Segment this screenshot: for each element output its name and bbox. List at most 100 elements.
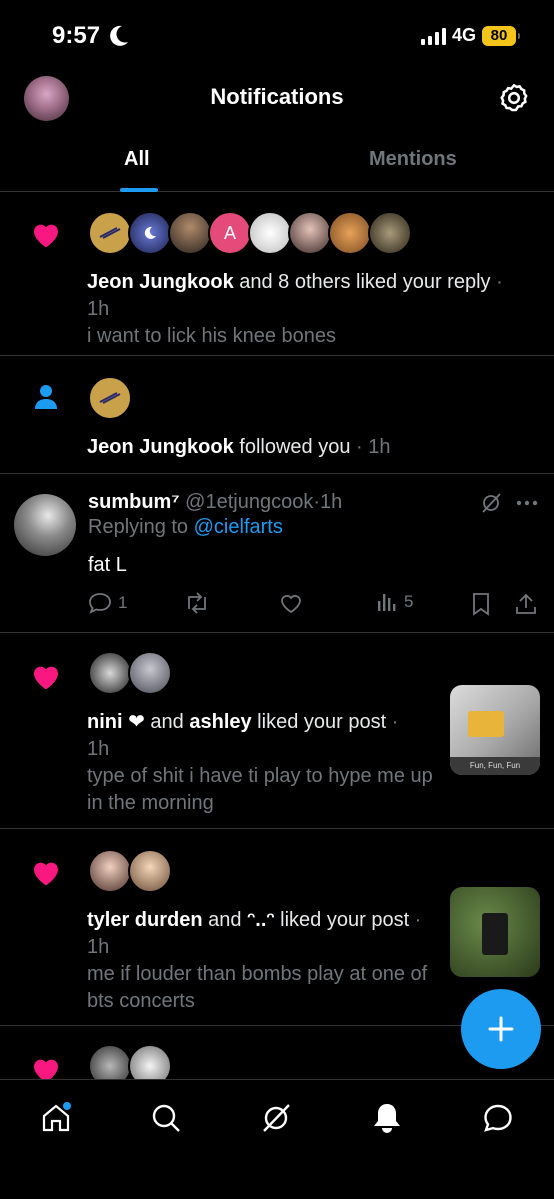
- display-name[interactable]: sumbum⁷: [88, 491, 180, 513]
- nav-home[interactable]: [36, 1098, 76, 1138]
- compose-button[interactable]: [461, 989, 541, 1069]
- status-indicators: 4G 80: [420, 25, 520, 46]
- separator-dot: ·: [386, 711, 399, 733]
- search-icon: [152, 1104, 180, 1132]
- plus-icon: [488, 1016, 514, 1042]
- avatar[interactable]: [368, 211, 412, 255]
- time-label: 1h: [87, 936, 110, 958]
- avatar[interactable]: [128, 1044, 172, 1079]
- actor-name-2[interactable]: ashley: [189, 711, 251, 733]
- avatar[interactable]: [88, 651, 132, 695]
- post-thumbnail[interactable]: Fun, Fun, Fun: [450, 685, 540, 775]
- views-count: 5: [404, 592, 414, 611]
- avatar-group: [88, 376, 132, 420]
- bookmark-icon: [473, 593, 489, 616]
- actor-name[interactable]: Jeon Jungkook: [87, 271, 234, 293]
- actor-name[interactable]: Jeon Jungkook: [87, 436, 234, 458]
- grok-icon[interactable]: [480, 492, 502, 514]
- notification-tabs: All Mentions: [0, 132, 554, 192]
- share-icon: [516, 593, 536, 614]
- person-icon: [35, 385, 57, 409]
- page-title: Notifications: [210, 84, 344, 109]
- share-action[interactable]: [514, 592, 538, 616]
- avatar-group: [88, 849, 172, 893]
- replying-prefix: Replying to: [88, 516, 194, 538]
- notification-text: Jeon Jungkook followed you · 1h: [87, 434, 390, 461]
- avatar[interactable]: [128, 849, 172, 893]
- active-tab-indicator: [120, 188, 158, 192]
- nav-search[interactable]: [146, 1098, 186, 1138]
- more-icon[interactable]: [516, 500, 538, 506]
- repost-action[interactable]: [184, 592, 210, 614]
- notification-text: Jeon Jungkook and 8 others liked your re…: [87, 269, 527, 350]
- grok-icon: [263, 1104, 290, 1132]
- actor-name[interactable]: nini ❤: [87, 711, 145, 733]
- notification-item[interactable]: Jeon Jungkook followed you · 1h: [0, 356, 554, 474]
- tab-all[interactable]: All: [124, 148, 150, 171]
- top-bar: Notifications: [0, 70, 554, 126]
- avatar[interactable]: [288, 211, 332, 255]
- notification-item[interactable]: nini ❤ and ashley liked your post · 1h t…: [0, 633, 554, 829]
- reply-tweet[interactable]: sumbum⁷ @1etjungcook·1h Replying to @cie…: [0, 474, 554, 633]
- avatar[interactable]: [328, 211, 372, 255]
- separator-dot: ·: [409, 909, 422, 931]
- bookmark-action[interactable]: [470, 592, 492, 616]
- battery-icon: 80: [482, 25, 520, 46]
- replying-to-handle[interactable]: @cielfarts: [194, 516, 283, 538]
- reply-icon: [89, 593, 111, 614]
- separator-dot: ·: [490, 271, 503, 293]
- avatar[interactable]: [14, 494, 76, 556]
- notification-item[interactable]: tyler durden and ᵔ..ᵔ liked your post · …: [0, 829, 554, 1026]
- status-time: 9:57: [52, 22, 101, 49]
- action-text: and 8 others liked your reply: [233, 271, 491, 293]
- avatar-group: [88, 1044, 172, 1079]
- heart-icon: [34, 224, 58, 248]
- thumbnail-caption: Fun, Fun, Fun: [450, 757, 540, 775]
- tweet-actions: 1 5: [88, 592, 540, 618]
- joiner-text: and: [144, 711, 190, 733]
- handle[interactable]: @1etjungcook: [185, 491, 313, 513]
- reply-action[interactable]: 1: [88, 592, 127, 614]
- notification-text: tyler durden and ᵔ..ᵔ liked your post · …: [87, 907, 437, 1015]
- nav-notifications[interactable]: [367, 1098, 407, 1138]
- avatar[interactable]: [248, 211, 292, 255]
- avatar[interactable]: [88, 376, 132, 420]
- network-label: 4G: [451, 25, 476, 45]
- avatar[interactable]: [88, 849, 132, 893]
- nav-grok[interactable]: [256, 1098, 296, 1138]
- actor-name-2[interactable]: ᵔ..ᵔ: [247, 909, 275, 931]
- time-label: 1h: [87, 298, 110, 320]
- notifications-feed: A Jeon Jungkook and 8 others liked your …: [0, 193, 554, 1079]
- post-thumbnail[interactable]: [450, 887, 540, 977]
- avatar[interactable]: [128, 651, 172, 695]
- snippet-text: type of shit i have ti play to hype me u…: [87, 765, 433, 814]
- like-action[interactable]: [278, 592, 304, 614]
- avatar-group: [88, 651, 172, 695]
- avatar[interactable]: [88, 1044, 132, 1079]
- notification-item[interactable]: A Jeon Jungkook and 8 others liked your …: [0, 193, 554, 356]
- scribble-logo-icon: [99, 227, 121, 239]
- nav-messages[interactable]: [478, 1098, 518, 1138]
- heart-icon: [34, 1059, 58, 1079]
- separator-dot: ·: [350, 436, 369, 458]
- avatar-group: A: [88, 211, 412, 255]
- actor-name[interactable]: tyler durden: [87, 909, 203, 931]
- views-action[interactable]: 5: [376, 592, 413, 612]
- avatar[interactable]: [88, 211, 132, 255]
- home-icon: [42, 1102, 71, 1132]
- avatar[interactable]: [128, 211, 172, 255]
- action-text: followed you: [233, 436, 351, 458]
- heart-icon: [34, 862, 58, 886]
- like-icon: [281, 595, 301, 614]
- tweet-body: fat L: [88, 554, 127, 576]
- notification-text: nini ❤ and ashley liked your post · 1h t…: [87, 709, 437, 817]
- notifications-icon: [374, 1104, 400, 1133]
- messages-icon: [484, 1104, 512, 1132]
- time-label: 1h: [368, 436, 391, 458]
- replying-to: Replying to @cielfarts: [88, 516, 283, 539]
- settings-icon[interactable]: [498, 82, 530, 114]
- tab-mentions[interactable]: Mentions: [369, 148, 457, 171]
- avatar[interactable]: A: [208, 211, 252, 255]
- avatar[interactable]: [168, 211, 212, 255]
- tweet-header: sumbum⁷ @1etjungcook·1h: [88, 489, 342, 516]
